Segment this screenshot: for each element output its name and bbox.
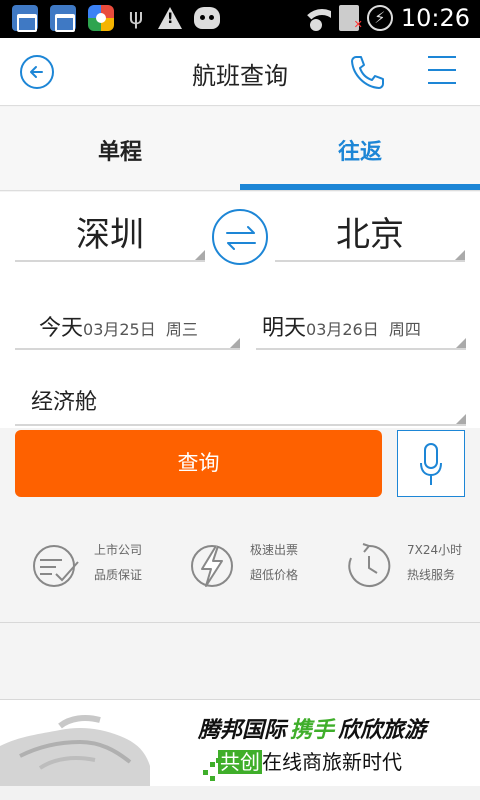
menu-line	[428, 56, 456, 58]
departure-date-field[interactable]: 今天03月25日 周三	[15, 302, 240, 350]
menu-line	[428, 69, 456, 71]
return-day-label: 明天	[262, 316, 307, 341]
departure-city-field[interactable]: 深圳	[15, 202, 205, 262]
usb-icon: ψ	[128, 5, 144, 30]
banner-text: 欣欣旅游	[338, 718, 427, 743]
status-bar: ψ ! ⚡ 10:26	[0, 0, 480, 38]
cabin-class-field[interactable]: 经济舱	[15, 368, 466, 426]
menu-line	[428, 82, 456, 84]
feature-line: 超低价格	[250, 568, 299, 582]
banner-subline: 共创 在线商旅新时代	[218, 746, 402, 775]
wifi-icon	[300, 5, 331, 31]
menu-button[interactable]	[428, 56, 456, 88]
check-document-icon	[33, 545, 79, 587]
dropdown-corner-icon	[456, 338, 466, 348]
dropdown-corner-icon	[456, 414, 466, 424]
app-header: 航班查询	[0, 38, 480, 106]
banner-text: 腾邦国际	[198, 718, 287, 743]
departure-day-label: 今天	[39, 316, 84, 341]
feature-line: 品质保证	[94, 568, 143, 582]
tab-one-way[interactable]: 单程	[0, 107, 240, 191]
clock-time: 10:26	[400, 4, 470, 32]
service-features: 上市公司 品质保证 极速出票 超低价格 7X24小时 热线服务	[0, 520, 480, 620]
search-button[interactable]: 查询	[15, 430, 382, 497]
phone-button[interactable]	[347, 52, 387, 92]
feature-line: 极速出票	[250, 543, 299, 557]
swap-cities-button[interactable]	[212, 209, 268, 265]
dropdown-corner-icon	[230, 338, 240, 348]
divider	[0, 622, 480, 623]
arrival-city-field[interactable]: 北京	[275, 202, 465, 262]
phone-icon	[351, 56, 384, 89]
trip-type-tabs: 单程 往返	[0, 107, 480, 191]
battery-charging-icon: ⚡	[366, 5, 393, 31]
departure-date: 03月25日	[83, 320, 156, 339]
banner-headline: 腾邦国际 携手 欣欣旅游	[198, 712, 426, 744]
warning-icon: !	[158, 7, 182, 29]
active-tab-indicator	[240, 184, 480, 190]
arrow-left-icon	[30, 66, 43, 78]
voice-search-button[interactable]	[397, 430, 465, 497]
promo-banner[interactable]: 腾邦国际 携手 欣欣旅游 共创 在线商旅新时代	[0, 700, 480, 786]
shopping-bag-icon	[12, 5, 38, 32]
handshake-image	[0, 715, 150, 786]
return-date-field[interactable]: 明天03月26日 周四	[256, 302, 466, 350]
flight-search-form: 深圳 北京 今天03月25日 周三 明天03月26日 周四 经济舱	[0, 192, 480, 428]
cabin-class: 经济舱	[31, 390, 98, 415]
lightning-icon	[191, 545, 233, 587]
swap-arrows-icon	[226, 226, 256, 250]
return-date: 03月26日	[306, 320, 379, 339]
departure-weekday: 周三	[165, 320, 198, 339]
departure-city: 深圳	[76, 215, 144, 255]
back-button[interactable]	[20, 55, 54, 89]
page-title: 航班查询	[192, 62, 288, 90]
no-signal-icon	[338, 5, 363, 31]
banner-text: 在线商旅新时代	[262, 750, 402, 774]
android-debug-icon	[194, 7, 220, 29]
dropdown-corner-icon	[455, 250, 465, 260]
app-wheel-icon	[88, 5, 114, 31]
banner-text-highlight: 携手	[290, 718, 335, 743]
feature-line: 上市公司	[94, 543, 143, 557]
feature-line: 7X24小时	[407, 543, 463, 557]
feature-line: 热线服务	[407, 568, 456, 582]
bottom-strip	[0, 786, 480, 800]
return-weekday: 周四	[388, 320, 421, 339]
microphone-icon	[420, 443, 442, 485]
tab-round-trip[interactable]: 往返	[240, 107, 480, 191]
banner-text-highlight: 共创	[218, 750, 262, 774]
arrival-city: 北京	[336, 215, 404, 255]
clock-icon	[348, 543, 391, 587]
dropdown-corner-icon	[195, 250, 205, 260]
shopping-bag-icon	[50, 5, 76, 32]
